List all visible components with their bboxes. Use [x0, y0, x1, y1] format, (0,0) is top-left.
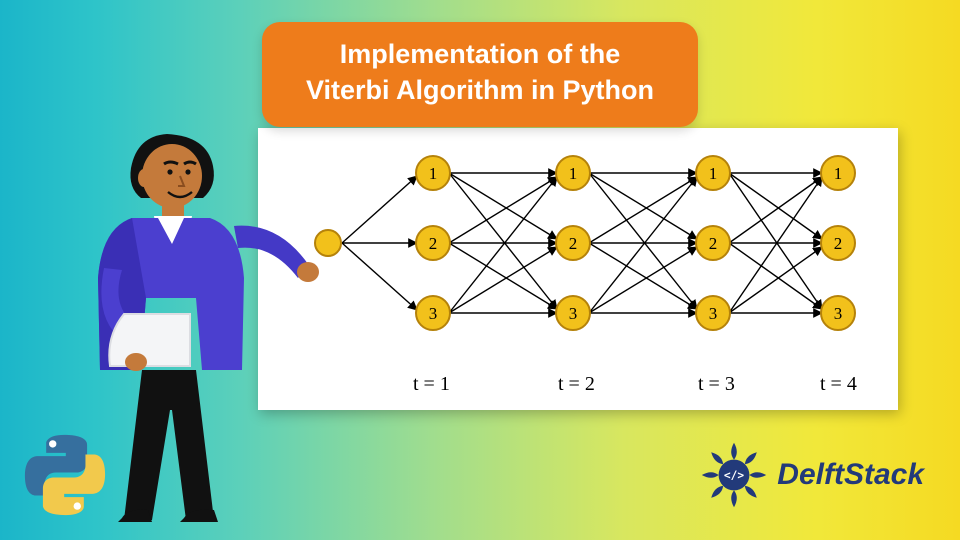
trellis-col-2: 1 2 3	[556, 156, 590, 330]
svg-text:1: 1	[569, 164, 578, 183]
trellis-board: 1 2 3 1 2 3 1 2 3 1 2 3 t = 1 t = 2 t = …	[258, 128, 898, 410]
time-label-3: t = 3	[698, 373, 735, 396]
time-label-1: t = 1	[413, 373, 450, 396]
title-line-1: Implementation of the	[340, 39, 621, 69]
svg-text:1: 1	[709, 164, 718, 183]
title-line-2: Viterbi Algorithm in Python	[306, 75, 654, 105]
svg-text:1: 1	[834, 164, 843, 183]
trellis-diagram: 1 2 3 1 2 3 1 2 3 1 2 3	[258, 128, 898, 410]
svg-text:</>: </>	[724, 469, 744, 482]
delftstack-icon: </>	[699, 440, 769, 510]
trellis-col-1: 1 2 3	[416, 156, 450, 330]
delftstack-logo: </> DelftStack	[699, 440, 924, 510]
svg-text:2: 2	[709, 234, 718, 253]
time-label-2: t = 2	[558, 373, 595, 396]
title-banner: Implementation of the Viterbi Algorithm …	[262, 22, 698, 127]
presenter-illustration	[72, 118, 332, 533]
brand-name: DelftStack	[777, 458, 924, 492]
trellis-col-4: 1 2 3	[821, 156, 855, 330]
svg-text:3: 3	[429, 304, 438, 323]
svg-text:2: 2	[569, 234, 578, 253]
svg-text:2: 2	[429, 234, 438, 253]
trellis-col-3: 1 2 3	[696, 156, 730, 330]
svg-text:2: 2	[834, 234, 843, 253]
svg-text:3: 3	[569, 304, 578, 323]
svg-text:3: 3	[709, 304, 718, 323]
time-label-4: t = 4	[820, 373, 857, 396]
svg-text:3: 3	[834, 304, 843, 323]
svg-text:1: 1	[429, 164, 438, 183]
